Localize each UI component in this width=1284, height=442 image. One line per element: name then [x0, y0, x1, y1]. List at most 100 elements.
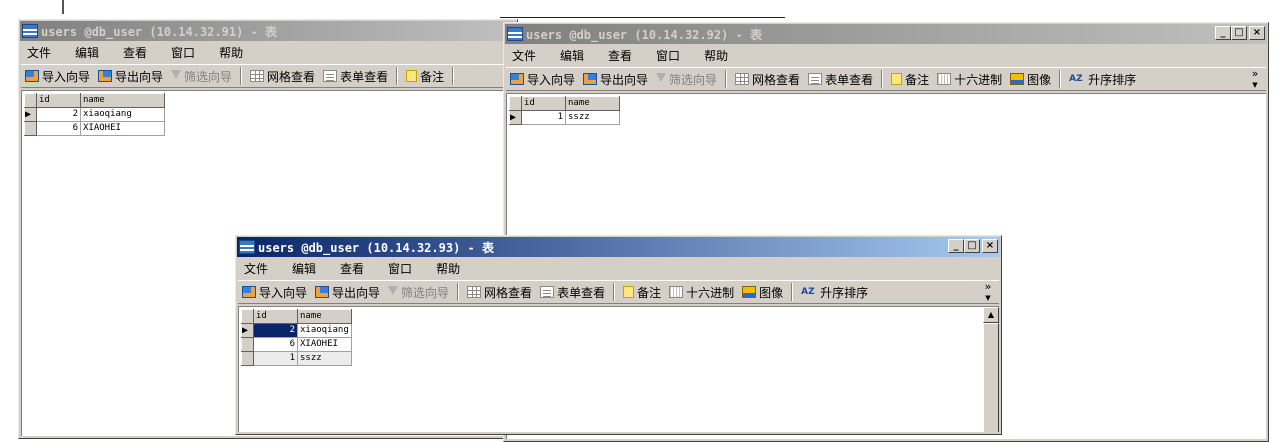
hex-button[interactable]: 十六进制 [665, 284, 738, 301]
title-bar[interactable]: users @db_user (10.14.32.92) - 表 _ □ × [505, 24, 1267, 44]
menu-file[interactable]: 文件 [21, 44, 61, 61]
import-wizard-button[interactable]: 导入向导 [506, 71, 579, 88]
menu-file[interactable]: 文件 [506, 47, 546, 64]
cell-id[interactable]: 6 [253, 337, 298, 352]
menu-window[interactable]: 窗口 [382, 260, 422, 277]
menu-edit[interactable]: 编辑 [554, 47, 594, 64]
maximize-button[interactable]: □ [964, 239, 980, 253]
row-pointer-icon[interactable]: ▶ [24, 107, 37, 122]
menu-help[interactable]: 帮助 [698, 47, 738, 64]
corner-cell [241, 309, 254, 324]
cell-name[interactable]: sszz [565, 110, 620, 125]
row-pointer-icon[interactable]: ▶ [509, 110, 522, 125]
row-header[interactable] [241, 337, 254, 352]
title-bar[interactable]: users @db_user (10.14.32.91) - 表 [20, 21, 516, 41]
toolbar-overflow-button[interactable]: » ▼ [1250, 68, 1260, 90]
menu-window[interactable]: 窗口 [650, 47, 690, 64]
table-row[interactable]: ▶ 2 xiaoqiang [24, 107, 165, 122]
minimize-button[interactable]: _ [948, 239, 964, 253]
memo-button[interactable]: 备注 [619, 284, 665, 301]
cell-name[interactable]: sszz [297, 351, 352, 366]
menu-edit[interactable]: 编辑 [286, 260, 326, 277]
menu-edit[interactable]: 编辑 [69, 44, 109, 61]
minimize-button[interactable]: _ [1215, 26, 1231, 40]
data-grid[interactable]: id name ▶ 2 xiaoqiang 6 XIAOHEI 1 sszz [241, 309, 352, 366]
hex-button[interactable]: 十六进制 [933, 71, 1006, 88]
cell-id[interactable]: 1 [253, 351, 298, 366]
menu-help[interactable]: 帮助 [213, 44, 253, 61]
data-grid[interactable]: id name ▶ 2 xiaoqiang 6 XIAOHEI [24, 93, 165, 136]
table-row[interactable]: 1 sszz [241, 351, 352, 366]
image-button[interactable]: 图像 [738, 284, 787, 301]
form-view-button[interactable]: 表单查看 [319, 68, 392, 85]
cell-id[interactable]: 2 [253, 323, 298, 338]
cell-name[interactable]: XIAOHEI [297, 337, 352, 352]
row-pointer-icon[interactable]: ▶ [241, 323, 254, 338]
column-header-id[interactable]: id [36, 93, 81, 108]
hex-icon [937, 73, 952, 85]
toolbar-separator [396, 67, 399, 85]
menu-help[interactable]: 帮助 [430, 260, 470, 277]
data-grid[interactable]: id name ▶ 1 sszz [509, 96, 620, 125]
memo-button[interactable]: 备注 [402, 68, 448, 85]
grid-view-button[interactable]: 网格查看 [246, 68, 319, 85]
form-view-button[interactable]: 表单查看 [804, 71, 877, 88]
column-header-id[interactable]: id [521, 96, 566, 111]
title-bar[interactable]: users @db_user (10.14.32.93) - 表 _ □ × [237, 237, 1000, 257]
header-row: id name [509, 96, 620, 111]
close-button[interactable]: × [982, 239, 998, 253]
import-label: 导入向导 [259, 285, 308, 300]
window-93[interactable]: users @db_user (10.14.32.93) - 表 _ □ × 文… [235, 235, 1002, 435]
row-header[interactable] [241, 351, 254, 366]
grid-view-label: 网格查看 [267, 69, 316, 84]
column-header-name[interactable]: name [80, 93, 165, 108]
menu-view[interactable]: 查看 [602, 47, 642, 64]
cell-name[interactable]: xiaoqiang [297, 323, 352, 338]
cell-name[interactable]: XIAOHEI [80, 121, 165, 136]
vertical-scrollbar[interactable]: ▲ [983, 307, 999, 432]
sort-label: 升序排序 [1088, 72, 1137, 87]
image-button[interactable]: 图像 [1006, 71, 1055, 88]
column-header-name[interactable]: name [297, 309, 352, 324]
toolbar-overflow-button[interactable]: » ▼ [983, 281, 993, 303]
grid-view-button[interactable]: 网格查看 [463, 284, 536, 301]
memo-button[interactable]: 备注 [887, 71, 933, 88]
menu-window[interactable]: 窗口 [165, 44, 205, 61]
sort-ascending-button[interactable]: AZ 升序排序 [1065, 71, 1140, 88]
import-wizard-button[interactable]: 导入向导 [21, 68, 94, 85]
export-wizard-button[interactable]: 导出向导 [311, 284, 384, 301]
form-view-button[interactable]: 表单查看 [536, 284, 609, 301]
sort-label: 升序排序 [820, 285, 869, 300]
cell-id[interactable]: 1 [521, 110, 566, 125]
cell-id[interactable]: 2 [36, 107, 81, 122]
scroll-up-icon[interactable]: ▲ [983, 307, 999, 323]
table-icon [22, 24, 38, 38]
filter-wizard-button[interactable]: 筛选向导 [384, 284, 453, 301]
menu-view[interactable]: 查看 [117, 44, 157, 61]
table-row[interactable]: 6 XIAOHEI [241, 337, 352, 352]
cell-id[interactable]: 6 [36, 121, 81, 136]
maximize-button[interactable]: □ [1231, 26, 1247, 40]
close-button[interactable]: × [1249, 26, 1265, 40]
scroll-thumb[interactable] [983, 323, 999, 432]
menu-file[interactable]: 文件 [238, 260, 278, 277]
sort-asc-icon: AZ [1069, 74, 1083, 84]
filter-wizard-button[interactable]: 筛选向导 [167, 68, 236, 85]
cell-name[interactable]: xiaoqiang [80, 107, 165, 122]
sort-ascending-button[interactable]: AZ 升序排序 [797, 284, 872, 301]
export-wizard-button[interactable]: 导出向导 [94, 68, 167, 85]
row-header[interactable] [24, 121, 37, 136]
form-icon [540, 286, 555, 298]
import-wizard-button[interactable]: 导入向导 [238, 284, 311, 301]
export-wizard-button[interactable]: 导出向导 [579, 71, 652, 88]
menu-view[interactable]: 查看 [334, 260, 374, 277]
filter-wizard-button[interactable]: 筛选向导 [652, 71, 721, 88]
data-grid-area[interactable]: id name ▶ 2 xiaoqiang 6 XIAOHEI 1 sszz ▲ [238, 306, 999, 432]
grid-view-button[interactable]: 网格查看 [731, 71, 804, 88]
column-header-id[interactable]: id [253, 309, 298, 324]
filter-icon [656, 73, 667, 85]
table-row[interactable]: ▶ 2 xiaoqiang [241, 323, 352, 338]
column-header-name[interactable]: name [565, 96, 620, 111]
table-row[interactable]: ▶ 1 sszz [509, 110, 620, 125]
table-row[interactable]: 6 XIAOHEI [24, 121, 165, 136]
